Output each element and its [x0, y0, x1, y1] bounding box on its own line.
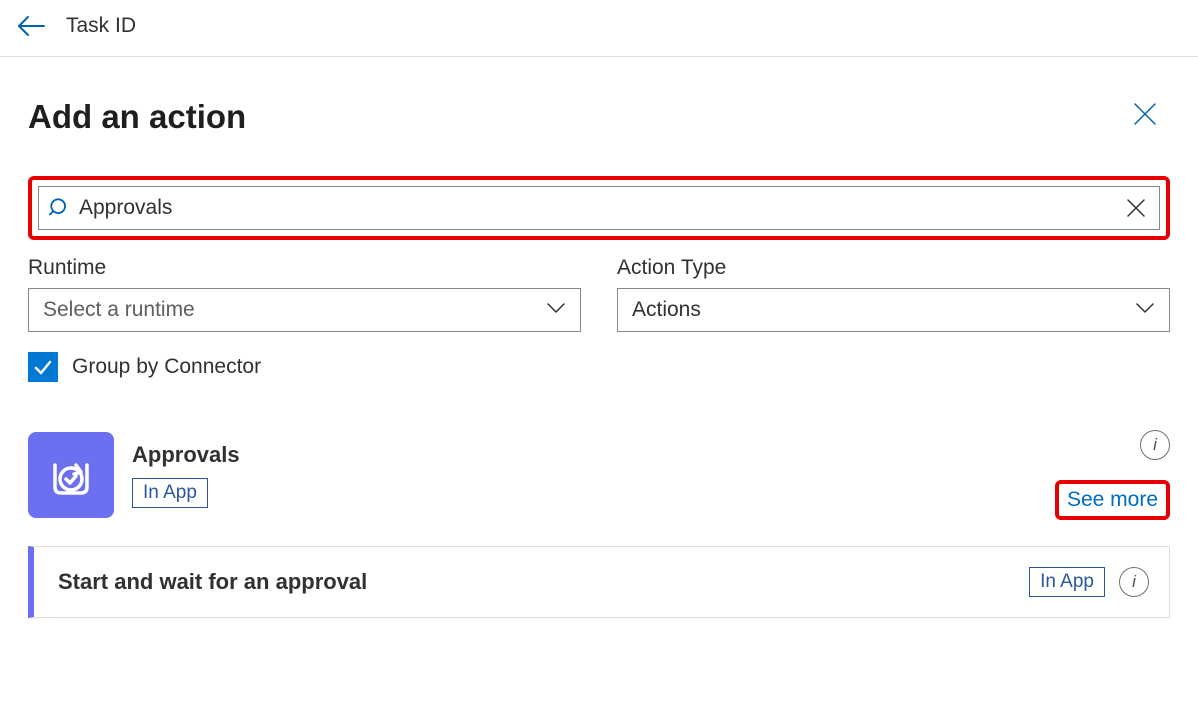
action-badge: In App	[1029, 567, 1105, 597]
approvals-connector-icon	[28, 432, 114, 518]
back-arrow-button[interactable]	[16, 14, 46, 38]
checkmark-icon	[32, 356, 54, 378]
info-icon: i	[1132, 572, 1136, 592]
search-highlight-annotation	[28, 176, 1170, 240]
runtime-select-text: Select a runtime	[43, 298, 195, 322]
close-icon	[1132, 101, 1158, 127]
see-more-link[interactable]: See more	[1067, 488, 1158, 511]
panel-content: Add an action	[0, 57, 1198, 638]
x-icon	[1125, 197, 1147, 219]
search-icon	[49, 197, 71, 219]
action-right: In App i	[1029, 567, 1149, 597]
action-type-select[interactable]: Actions	[617, 288, 1170, 332]
search-box[interactable]	[38, 186, 1160, 230]
connector-meta: Approvals In App	[132, 442, 240, 508]
connector-left: Approvals In App	[28, 432, 240, 518]
connector-right: i See more	[1055, 430, 1170, 520]
connector-badge: In App	[132, 478, 208, 508]
filters-row: Runtime Select a runtime Action Type Act…	[28, 256, 1170, 332]
panel-close-button[interactable]	[1128, 97, 1162, 136]
see-more-highlight-annotation: See more	[1055, 480, 1170, 520]
chevron-down-icon	[546, 301, 566, 319]
group-by-connector-label: Group by Connector	[72, 355, 261, 379]
action-item[interactable]: Start and wait for an approval In App i	[28, 546, 1170, 618]
search-input[interactable]	[79, 196, 1115, 220]
action-info-button[interactable]: i	[1119, 567, 1149, 597]
chevron-down-icon	[1135, 301, 1155, 319]
runtime-label: Runtime	[28, 256, 581, 280]
connector-info-button[interactable]: i	[1140, 430, 1170, 460]
search-clear-button[interactable]	[1123, 195, 1149, 221]
panel-title: Add an action	[28, 98, 246, 136]
approvals-icon	[43, 447, 99, 503]
action-type-select-text: Actions	[632, 298, 701, 322]
runtime-select[interactable]: Select a runtime	[28, 288, 581, 332]
panel-title-row: Add an action	[28, 97, 1170, 136]
group-by-connector-checkbox[interactable]	[28, 352, 58, 382]
group-by-connector-row: Group by Connector	[28, 352, 1170, 382]
arrow-left-icon	[16, 14, 46, 38]
action-type-filter: Action Type Actions	[617, 256, 1170, 332]
connector-name: Approvals	[132, 442, 240, 468]
info-icon: i	[1153, 435, 1157, 455]
action-name: Start and wait for an approval	[58, 569, 367, 595]
runtime-filter: Runtime Select a runtime	[28, 256, 581, 332]
action-type-label: Action Type	[617, 256, 1170, 280]
top-header: Task ID	[0, 0, 1198, 57]
context-title: Task ID	[66, 14, 136, 38]
connector-header: Approvals In App i See more	[28, 430, 1170, 520]
